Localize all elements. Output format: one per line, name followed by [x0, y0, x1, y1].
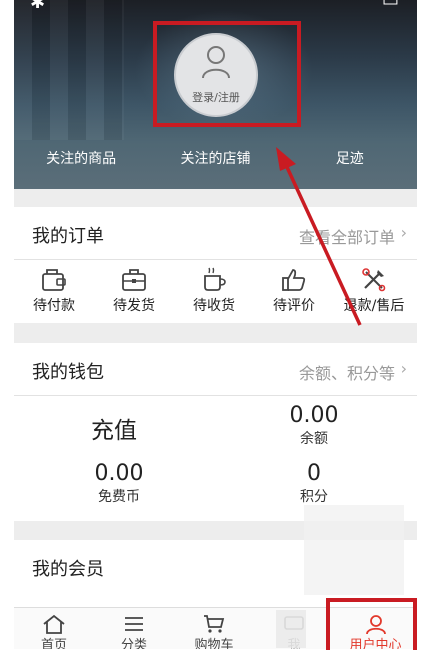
- balance-value: 0.00: [289, 403, 339, 428]
- highlight-box-login: [153, 21, 301, 127]
- header-links: 关注的商品 关注的店铺 足迹: [14, 140, 417, 178]
- chevron-right-icon: ›: [400, 223, 407, 242]
- order-refund-aftersale[interactable]: 退款/售后: [334, 267, 414, 315]
- member-title: 我的会员: [32, 559, 104, 580]
- box-icon: [122, 269, 146, 291]
- wallet-title: 我的钱包: [32, 362, 104, 383]
- message-icon[interactable]: ▭: [382, 0, 408, 11]
- points-value: 0: [307, 461, 321, 486]
- followed-stores-link[interactable]: 关注的店铺: [148, 140, 282, 178]
- coins-label: 免费币: [98, 489, 140, 505]
- followed-goods-link[interactable]: 关注的商品: [14, 140, 148, 178]
- wallet-section: 我的钱包 余额、积分等 › 充值 0.00 余额 0.00 免费币 0 积分: [14, 343, 417, 521]
- cup-icon: [204, 267, 226, 291]
- orders-section: 我的订单 查看全部订单 › 待付款 待发货 待收货 待评价 退款/售后: [14, 207, 417, 323]
- tools-icon: [362, 268, 386, 292]
- cart-icon: [204, 615, 225, 633]
- coins-value: 0.00: [94, 461, 144, 486]
- points-cell[interactable]: 0 积分: [274, 461, 354, 506]
- settings-icon[interactable]: ✱: [30, 0, 56, 13]
- wallet-more-link[interactable]: 余额、积分等: [299, 360, 395, 384]
- wallet-icon: [42, 269, 66, 291]
- left-margin: [0, 0, 14, 649]
- nav-home[interactable]: 首页: [14, 608, 94, 649]
- right-margin: [417, 0, 441, 649]
- order-pending-receipt[interactable]: 待收货: [174, 267, 254, 315]
- balance-cell[interactable]: 0.00 余额: [274, 403, 354, 448]
- thumbs-up-icon: [282, 269, 306, 291]
- coins-cell[interactable]: 0.00 免费币: [74, 461, 164, 506]
- orders-title: 我的订单: [32, 226, 104, 247]
- recharge-button[interactable]: 充值: [74, 411, 154, 445]
- highlight-box-user-center: [326, 598, 417, 650]
- order-pending-payment[interactable]: 待付款: [14, 267, 94, 315]
- points-label: 积分: [300, 489, 328, 505]
- home-icon: [43, 614, 65, 634]
- view-all-orders-link[interactable]: 查看全部订单: [299, 224, 395, 248]
- balance-label: 余额: [300, 431, 328, 447]
- order-pending-shipment[interactable]: 待发货: [94, 267, 174, 315]
- nav-category[interactable]: 分类: [94, 608, 174, 649]
- order-pending-review[interactable]: 待评价: [254, 267, 334, 315]
- menu-icon: [125, 617, 143, 631]
- nav-cart[interactable]: 购物车: [174, 608, 254, 649]
- footprint-link[interactable]: 足迹: [283, 140, 417, 178]
- chevron-right-icon: ›: [400, 359, 407, 378]
